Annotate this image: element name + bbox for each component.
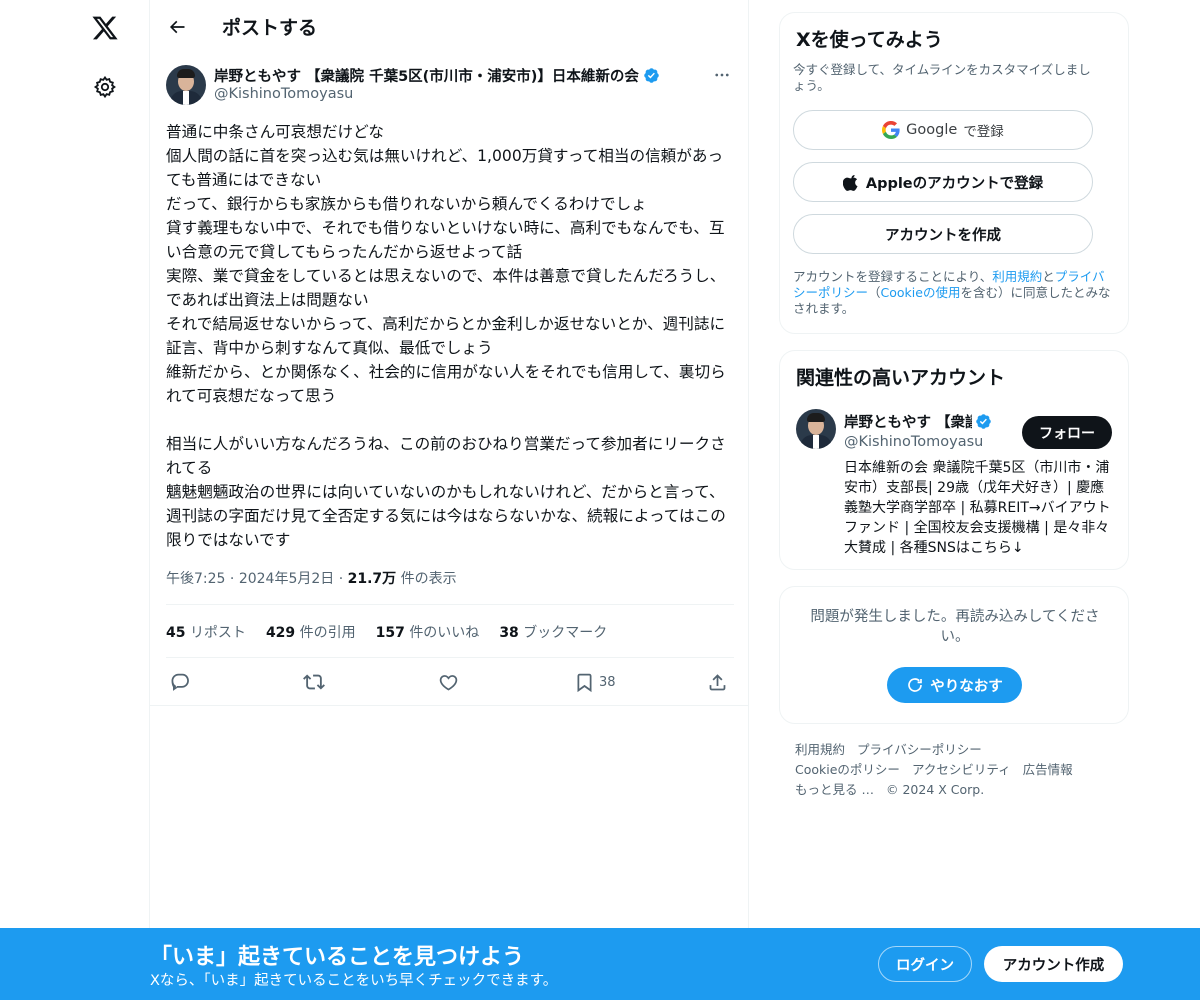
tweet-actions: 38	[166, 668, 734, 696]
top-bar: ポストする	[150, 0, 748, 53]
tweet-author: 岸野ともやす 【衆議院 千葉5区(市川市・浦安市)】日本維新の会 @Kishin…	[166, 63, 734, 107]
apple-icon	[842, 174, 858, 191]
repost-icon	[303, 674, 325, 690]
create-account-button[interactable]: アカウントを作成	[793, 214, 1093, 254]
tweet-stats: 45 リポスト 429 件の引用 157 件のいいね 38 ブックマーク	[166, 622, 607, 642]
views-label: 件の表示	[400, 571, 457, 587]
google-suffix: で登録	[963, 124, 1004, 140]
quotes-stat[interactable]: 429 件の引用	[266, 622, 356, 642]
refresh-icon	[908, 678, 923, 692]
like-button[interactable]	[438, 668, 459, 696]
bookmark-button[interactable]: 38	[574, 668, 616, 696]
footer: 利用規約 プライバシーポリシー Cookieのポリシー アクセシビリティ 広告情報 も…	[795, 740, 1125, 800]
author-name[interactable]: 岸野ともやす 【衆議院 千葉5区(市川市・浦安市)】日本維新の会	[214, 65, 660, 86]
bookmark-icon	[577, 673, 592, 692]
divider	[150, 705, 749, 706]
x-logo-icon[interactable]	[87, 10, 123, 46]
divider	[166, 604, 734, 605]
share-icon	[709, 673, 726, 690]
author-avatar[interactable]	[166, 65, 206, 105]
related-title: 関連性の高いアカウント	[796, 367, 1006, 389]
google-icon	[882, 121, 900, 139]
retry-button[interactable]: やりなおす	[887, 667, 1022, 703]
bookmark-count: 38	[599, 674, 616, 690]
signup-card-subtitle: 今すぐ登録して、タイムラインをカスタマイズしましょう。	[793, 62, 1091, 93]
reply-icon	[171, 673, 189, 691]
settings-gear-icon[interactable]	[90, 72, 120, 102]
author-handle[interactable]: @KishinoTomoyasu	[214, 86, 353, 102]
error-card: 問題が発生しました。再読み込みしてください。 やりなおす	[779, 586, 1129, 724]
tweet-date[interactable]: 2024年5月2日	[239, 571, 334, 587]
google-signup-button[interactable]: Google で登録	[793, 110, 1093, 150]
footer-copyright: © 2024 X Corp.	[885, 782, 985, 797]
reposts-stat[interactable]: 45 リポスト	[166, 622, 246, 642]
footer-ads[interactable]: 広告情報	[1023, 762, 1073, 777]
footer-accessibility[interactable]: アクセシビリティ	[912, 762, 1011, 777]
cookie-link[interactable]: Cookieの使用	[881, 285, 961, 300]
tweet-text: 普通に中条さん可哀想だけどな 個人間の話に首を突っ込む気は無いけれど、1,000…	[166, 123, 726, 549]
page-title: ポストする	[222, 17, 318, 39]
terms-link[interactable]: 利用規約	[992, 269, 1042, 284]
footer-cookie[interactable]: Cookieのポリシー	[795, 762, 900, 777]
retry-label: やりなおす	[930, 678, 1003, 695]
related-name-text[interactable]: 岸野ともやす 【衆議院	[844, 411, 972, 432]
google-brand: Google	[906, 122, 958, 138]
heart-icon	[439, 674, 458, 691]
reply-button[interactable]	[170, 668, 191, 696]
footer-more[interactable]: もっと見る …	[795, 782, 874, 797]
login-button[interactable]: ログイン	[878, 946, 972, 982]
signup-card: Xを使ってみよう 今すぐ登録して、タイムラインをカスタマイズしましょう。 Goo…	[779, 12, 1129, 334]
more-options-icon[interactable]	[710, 63, 734, 87]
verified-badge-icon	[976, 414, 991, 429]
main-column: ポストする 岸野ともやす 【衆議院 千葉5区(市川市・浦安市)】日本維新の会 @…	[150, 0, 749, 1000]
create-account-label: アカウントを作成	[885, 227, 1001, 244]
back-arrow-icon[interactable]	[164, 14, 190, 40]
apple-signup-button[interactable]: Appleのアカウントで登録	[793, 162, 1093, 202]
error-message: 問題が発生しました。再読み込みしてください。	[810, 609, 1100, 645]
bottom-banner: 「いま」起きていることを見つけよう Xなら、「いま」起きていることをいち早くチェ…	[0, 928, 1200, 1000]
signup-button[interactable]: アカウント作成	[984, 946, 1123, 982]
repost-button[interactable]	[303, 668, 325, 696]
divider	[166, 657, 734, 658]
views-count: 21.7万	[347, 571, 397, 587]
legal-notice: アカウントを登録することにより、利用規約とプライバシーポリシー（Cookieの使…	[793, 269, 1111, 316]
banner-subtitle: Xなら、「いま」起きていることをいち早くチェックできます。	[150, 973, 558, 989]
follow-button[interactable]: フォロー	[1022, 416, 1112, 449]
apple-signup-label: Appleのアカウントで登録	[865, 175, 1044, 192]
banner-title: 「いま」起きていることを見つけよう	[150, 945, 525, 970]
footer-terms[interactable]: 利用規約	[795, 742, 845, 757]
related-name[interactable]: 岸野ともやす 【衆議院	[844, 411, 992, 432]
tweet-meta: 午後7:25 · 2024年5月2日 · 21.7万 件の表示	[166, 571, 457, 587]
tweet-time[interactable]: 午後7:25	[166, 571, 225, 587]
author-name-text[interactable]: 岸野ともやす 【衆議院 千葉5区(市川市・浦安市)】日本維新の会	[214, 65, 639, 86]
verified-badge-icon	[644, 68, 659, 83]
related-avatar[interactable]	[796, 409, 836, 449]
left-nav	[0, 0, 150, 1000]
related-handle[interactable]: @KishinoTomoyasu	[844, 434, 983, 450]
footer-privacy[interactable]: プライバシーポリシー	[857, 742, 982, 757]
share-button[interactable]	[707, 668, 728, 696]
related-accounts-card: 関連性の高いアカウント 岸野ともやす 【衆議院 @KishinoTomoyasu…	[779, 350, 1129, 570]
likes-stat[interactable]: 157 件のいいね	[376, 622, 480, 642]
signup-card-title: Xを使ってみよう	[796, 29, 943, 51]
related-bio: 日本維新の会 衆議院千葉5区（市川市・浦安市）支部長| 29歳（戊年犬好き）| …	[844, 460, 1111, 556]
bookmarks-stat[interactable]: 38 ブックマーク	[499, 622, 607, 642]
